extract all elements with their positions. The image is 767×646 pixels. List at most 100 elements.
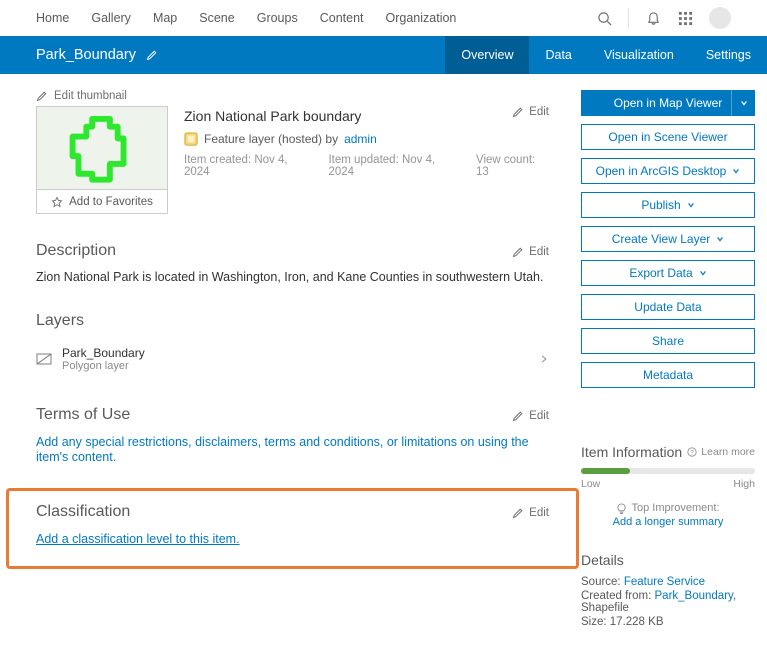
item-information-section: Item Information ? Learn more Low High T… — [581, 444, 755, 528]
chevron-down-icon — [699, 269, 707, 277]
share-button[interactable]: Share — [581, 328, 755, 354]
owner-link[interactable]: admin — [344, 132, 377, 146]
svg-text:?: ? — [690, 450, 694, 457]
nav-link[interactable]: Scene — [199, 11, 234, 25]
edit-label: Edit — [529, 246, 549, 258]
description-section: Edit Description Zion National Park is l… — [36, 242, 549, 284]
detail-size: Size: 17.228 KB — [581, 616, 755, 628]
created-from-link[interactable]: Park_Boundary — [655, 590, 733, 602]
tab-visualization[interactable]: Visualization — [588, 36, 690, 74]
pencil-icon[interactable] — [146, 49, 158, 61]
created-meta: Item created: Nov 4, 2024 — [184, 154, 312, 178]
edit-terms-button[interactable]: Edit — [512, 410, 549, 422]
item-title: Zion National Park boundary — [184, 108, 549, 124]
publish-button[interactable]: Publish — [581, 192, 755, 218]
updated-meta: Item updated: Nov 4, 2024 — [328, 154, 460, 178]
feature-layer-icon — [184, 132, 198, 146]
terms-section: Edit Terms of Use Add any special restri… — [36, 406, 549, 464]
create-view-layer-button[interactable]: Create View Layer — [581, 226, 755, 252]
apps-icon[interactable] — [677, 10, 693, 26]
top-nav: Home Gallery Map Scene Groups Content Or… — [0, 0, 767, 36]
edit-thumbnail-label: Edit thumbnail — [54, 90, 127, 102]
polygon-layer-icon — [36, 351, 52, 367]
tab-overview[interactable]: Overview — [445, 36, 529, 74]
layer-info: Park_Boundary Polygon layer — [62, 346, 529, 372]
completeness-meter — [581, 468, 755, 474]
tab-data[interactable]: Data — [529, 36, 587, 74]
edit-label: Edit — [529, 410, 549, 422]
meta-row: Item created: Nov 4, 2024 Item updated: … — [184, 154, 549, 178]
meter-high: High — [733, 478, 755, 490]
item-info-heading: Item Information — [581, 444, 682, 460]
banner-title-wrap: Park_Boundary — [36, 36, 445, 74]
search-icon[interactable] — [596, 10, 612, 26]
left-column: Edit thumbnail Add to Favorites Edit — [36, 90, 549, 630]
layers-section: Layers Park_Boundary Polygon layer — [36, 312, 549, 378]
classification-prompt-link[interactable]: Add a classification level to this item. — [36, 532, 240, 546]
avatar[interactable] — [709, 7, 731, 29]
layer-name: Park_Boundary — [62, 346, 529, 360]
chevron-down-icon — [687, 201, 695, 209]
nav-link[interactable]: Gallery — [91, 11, 131, 25]
open-scene-viewer-button[interactable]: Open in Scene Viewer — [581, 124, 755, 150]
description-text: Zion National Park is located in Washing… — [36, 270, 549, 284]
nav-link[interactable]: Home — [36, 11, 69, 25]
nav-link[interactable]: Map — [153, 11, 177, 25]
chevron-down-icon[interactable] — [731, 90, 755, 116]
top-nav-right — [596, 7, 731, 29]
detail-created-from: Created from: Park_Boundary, Shapefile — [581, 590, 755, 614]
edit-classification-button[interactable]: Edit — [512, 507, 549, 519]
open-map-viewer-button[interactable]: Open in Map Viewer — [581, 90, 755, 116]
edit-description-button[interactable]: Edit — [512, 246, 549, 258]
layer-row[interactable]: Park_Boundary Polygon layer — [36, 340, 549, 378]
meter-low: Low — [581, 478, 600, 490]
learn-more-link[interactable]: ? Learn more — [687, 446, 755, 458]
classification-section: Edit Classification Add a classification… — [6, 488, 579, 569]
edit-label: Edit — [529, 106, 549, 118]
terms-heading: Terms of Use — [36, 406, 549, 424]
edit-thumbnail-link[interactable]: Edit thumbnail — [36, 90, 549, 102]
terms-prompt-link[interactable]: Add any special restrictions, disclaimer… — [36, 435, 529, 464]
export-data-button[interactable]: Export Data — [581, 260, 755, 286]
metadata-button[interactable]: Metadata — [581, 362, 755, 388]
tab-settings[interactable]: Settings — [690, 36, 767, 74]
separator — [628, 8, 629, 28]
nav-link[interactable]: Content — [320, 11, 364, 25]
chevron-down-icon — [716, 235, 724, 243]
details-section: Details Source: Feature Service Created … — [581, 552, 755, 628]
details-heading: Details — [581, 552, 755, 568]
nav-link[interactable]: Groups — [257, 11, 298, 25]
right-column: Open in Map Viewer Open in Scene Viewer … — [581, 90, 755, 630]
item-banner: Park_Boundary Overview Data Visualizatio… — [0, 36, 767, 74]
top-improvement: Top Improvement: Add a longer summary — [581, 502, 755, 528]
bell-icon[interactable] — [645, 10, 661, 26]
favorites-label: Add to Favorites — [69, 196, 153, 208]
update-data-button[interactable]: Update Data — [581, 294, 755, 320]
classification-heading: Classification — [36, 503, 549, 521]
detail-source: Source: Feature Service — [581, 576, 755, 588]
edit-title-button[interactable]: Edit — [512, 106, 549, 118]
nav-link[interactable]: Organization — [386, 11, 457, 25]
top-nav-links: Home Gallery Map Scene Groups Content Or… — [36, 11, 596, 25]
chevron-right-icon — [539, 354, 549, 364]
chevron-down-icon — [732, 167, 740, 175]
lightbulb-icon — [616, 503, 627, 514]
hero-main: Edit Zion National Park boundary Feature… — [184, 106, 549, 214]
improvement-suggestion-link[interactable]: Add a longer summary — [581, 516, 755, 528]
thumbnail-image[interactable] — [36, 106, 168, 190]
banner-title: Park_Boundary — [36, 47, 136, 63]
thumbnail-block: Add to Favorites — [36, 106, 168, 214]
layers-heading: Layers — [36, 312, 549, 330]
type-row: Feature layer (hosted) by admin — [184, 132, 549, 146]
open-desktop-button[interactable]: Open in ArcGIS Desktop — [581, 158, 755, 184]
edit-label: Edit — [529, 507, 549, 519]
item-type: Feature layer (hosted) by — [204, 132, 338, 146]
views-meta: View count: 13 — [476, 154, 549, 178]
top-improvement-label: Top Improvement: — [631, 502, 719, 514]
description-heading: Description — [36, 242, 549, 260]
meter-fill — [581, 468, 630, 474]
add-to-favorites-button[interactable]: Add to Favorites — [36, 190, 168, 214]
primary-button-label: Open in Map Viewer — [614, 96, 723, 110]
layer-subtype: Polygon layer — [62, 360, 529, 372]
source-link[interactable]: Feature Service — [624, 576, 705, 588]
